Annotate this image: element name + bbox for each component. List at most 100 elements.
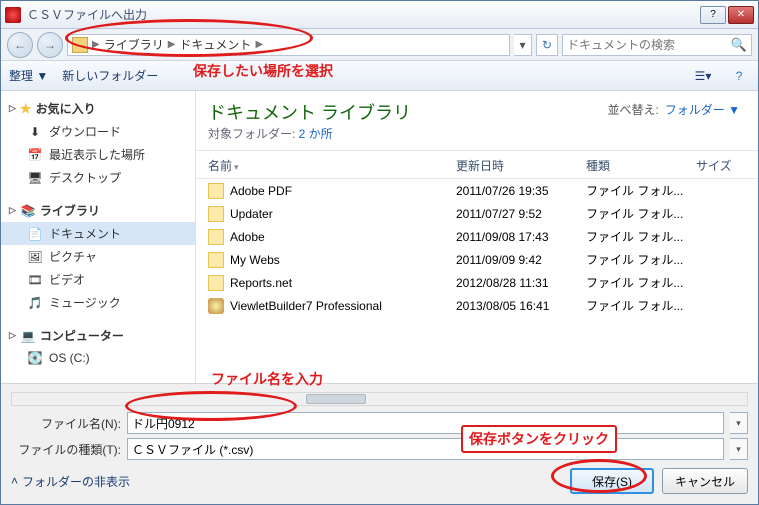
- file-name: Updater: [230, 207, 456, 221]
- search-box[interactable]: 🔍: [562, 34, 752, 56]
- sidebar-item-recent[interactable]: 📅 最近表示した場所: [1, 143, 195, 166]
- content-area: ドキュメント ライブラリ 対象フォルダー: 2 か所 並べ替え: フォルダー ▼…: [196, 91, 758, 383]
- close-button[interactable]: ✕: [728, 6, 754, 24]
- sort-dropdown[interactable]: フォルダー ▼: [665, 101, 740, 118]
- breadcrumb-leaf[interactable]: ドキュメント: [179, 36, 251, 53]
- filename-input[interactable]: [127, 412, 724, 434]
- chevron-right-icon: ▶: [168, 39, 176, 50]
- file-row[interactable]: My Webs2011/09/09 9:42ファイル フォル...: [196, 248, 758, 271]
- filetype-dropdown[interactable]: ▾: [730, 438, 748, 460]
- sidebar-computer-label: コンピューター: [40, 327, 124, 344]
- sidebar-item-music[interactable]: 🎵ミュージック: [1, 291, 195, 314]
- save-button[interactable]: 保存(S): [570, 468, 654, 494]
- download-icon: ⬇: [27, 124, 43, 140]
- folder-icon: [72, 37, 88, 53]
- file-name: Adobe: [230, 230, 456, 244]
- toolbar: 整理 ▼ 新しいフォルダー ☰▾ ?: [1, 61, 758, 91]
- file-name: My Webs: [230, 253, 456, 267]
- nav-forward-button[interactable]: →: [37, 32, 63, 58]
- file-row[interactable]: Updater2011/07/27 9:52ファイル フォル...: [196, 202, 758, 225]
- filetype-select[interactable]: [127, 438, 724, 460]
- library-icon: 📚: [20, 203, 36, 219]
- subfolder-label: 対象フォルダー:: [208, 127, 299, 141]
- file-row[interactable]: Adobe2011/09/08 17:43ファイル フォル...: [196, 225, 758, 248]
- document-icon: 📄: [27, 226, 43, 242]
- sidebar-libraries-label: ライブラリ: [40, 202, 100, 219]
- recent-icon: 📅: [27, 147, 43, 163]
- sidebar-item-downloads[interactable]: ⬇ ダウンロード: [1, 120, 195, 143]
- application-icon: [208, 298, 224, 314]
- save-panel: ファイル名(N): ▾ ファイルの種類(T): ▾ ˄ フォルダーの非表示 保存…: [1, 383, 758, 504]
- organize-menu[interactable]: 整理 ▼: [9, 67, 48, 84]
- video-icon: 🎞: [27, 272, 43, 288]
- sidebar-item-label: ミュージック: [49, 294, 121, 311]
- nav-bar: ← → ▶ ライブラリ ▶ ドキュメント ▶ ▾ ↻ 🔍: [1, 29, 758, 61]
- column-size[interactable]: サイズ: [696, 157, 746, 174]
- help-button[interactable]: ?: [700, 6, 726, 24]
- computer-icon: 💻: [20, 328, 36, 344]
- sidebar-item-label: ビデオ: [49, 271, 85, 288]
- breadcrumb-dropdown[interactable]: ▾: [514, 34, 532, 56]
- chevron-down-icon: ▷: [9, 330, 16, 341]
- file-row[interactable]: ViewletBuilder7 Professional2013/08/05 1…: [196, 294, 758, 317]
- sidebar-item-documents[interactable]: 📄ドキュメント: [1, 222, 195, 245]
- sidebar-item-label: OS (C:): [49, 351, 90, 365]
- column-type[interactable]: 種類: [586, 157, 696, 174]
- refresh-button[interactable]: ↻: [536, 34, 558, 56]
- file-name: Reports.net: [230, 276, 456, 290]
- file-list: Adobe PDF2011/07/26 19:35ファイル フォル...Upda…: [196, 179, 758, 383]
- column-date[interactable]: 更新日時: [456, 157, 586, 174]
- folder-icon: [208, 183, 224, 199]
- picture-icon: 🖼: [27, 249, 43, 265]
- filename-label: ファイル名(N):: [11, 415, 121, 432]
- file-date: 2011/09/08 17:43: [456, 230, 586, 244]
- view-options-button[interactable]: ☰▾: [692, 65, 714, 87]
- sidebar-favorites-header[interactable]: ▷ ★ お気に入り: [1, 97, 195, 120]
- sidebar-libraries-header[interactable]: ▷ 📚 ライブラリ: [1, 199, 195, 222]
- sort-label: 並べ替え:: [607, 101, 658, 118]
- column-headers: 名前▾ 更新日時 種類 サイズ: [196, 151, 758, 179]
- drive-icon: 💽: [27, 350, 43, 366]
- subfolder-count[interactable]: 2 か所: [299, 127, 333, 141]
- filename-dropdown[interactable]: ▾: [730, 412, 748, 434]
- sidebar-item-label: デスクトップ: [49, 169, 121, 186]
- sidebar-computer-header[interactable]: ▷ 💻 コンピューター: [1, 324, 195, 347]
- search-icon: 🔍: [731, 37, 747, 53]
- nav-back-button[interactable]: ←: [7, 32, 33, 58]
- folder-icon: [208, 229, 224, 245]
- file-name: ViewletBuilder7 Professional: [230, 299, 456, 313]
- sidebar-item-label: ピクチャ: [49, 248, 97, 265]
- new-folder-button[interactable]: 新しいフォルダー: [62, 67, 158, 84]
- filetype-label: ファイルの種類(T):: [11, 441, 121, 458]
- column-name[interactable]: 名前▾: [208, 157, 456, 174]
- file-type: ファイル フォル...: [586, 182, 696, 199]
- file-date: 2013/08/05 16:41: [456, 299, 586, 313]
- search-input[interactable]: [567, 38, 727, 52]
- chevron-up-icon: ˄: [11, 474, 18, 488]
- sidebar-item-label: ダウンロード: [49, 123, 121, 140]
- chevron-right-icon: ▶: [255, 39, 263, 50]
- sidebar-item-os-drive[interactable]: 💽 OS (C:): [1, 347, 195, 369]
- file-type: ファイル フォル...: [586, 251, 696, 268]
- file-type: ファイル フォル...: [586, 297, 696, 314]
- help-icon[interactable]: ?: [728, 65, 750, 87]
- file-type: ファイル フォル...: [586, 228, 696, 245]
- sidebar-item-pictures[interactable]: 🖼 ピクチャ: [1, 245, 195, 268]
- chevron-down-icon: ▷: [9, 205, 16, 216]
- window-title: ＣＳＶファイルへ出力: [27, 6, 700, 23]
- sidebar-item-label: 最近表示した場所: [49, 146, 145, 163]
- breadcrumb[interactable]: ▶ ライブラリ ▶ ドキュメント ▶: [67, 34, 510, 56]
- file-row[interactable]: Reports.net2012/08/28 11:31ファイル フォル...: [196, 271, 758, 294]
- horizontal-scrollbar[interactable]: [11, 392, 748, 406]
- breadcrumb-root[interactable]: ライブラリ: [104, 36, 164, 53]
- folder-icon: [208, 252, 224, 268]
- file-name: Adobe PDF: [230, 184, 456, 198]
- sidebar-item-videos[interactable]: 🎞 ビデオ: [1, 268, 195, 291]
- star-icon: ★: [20, 101, 32, 117]
- hide-folders-toggle[interactable]: ˄ フォルダーの非表示: [11, 473, 130, 490]
- chevron-down-icon: ▷: [9, 103, 16, 114]
- sidebar-item-desktop[interactable]: 🖥デスクトップ: [1, 166, 195, 189]
- file-date: 2011/07/27 9:52: [456, 207, 586, 221]
- cancel-button[interactable]: キャンセル: [662, 468, 748, 494]
- file-row[interactable]: Adobe PDF2011/07/26 19:35ファイル フォル...: [196, 179, 758, 202]
